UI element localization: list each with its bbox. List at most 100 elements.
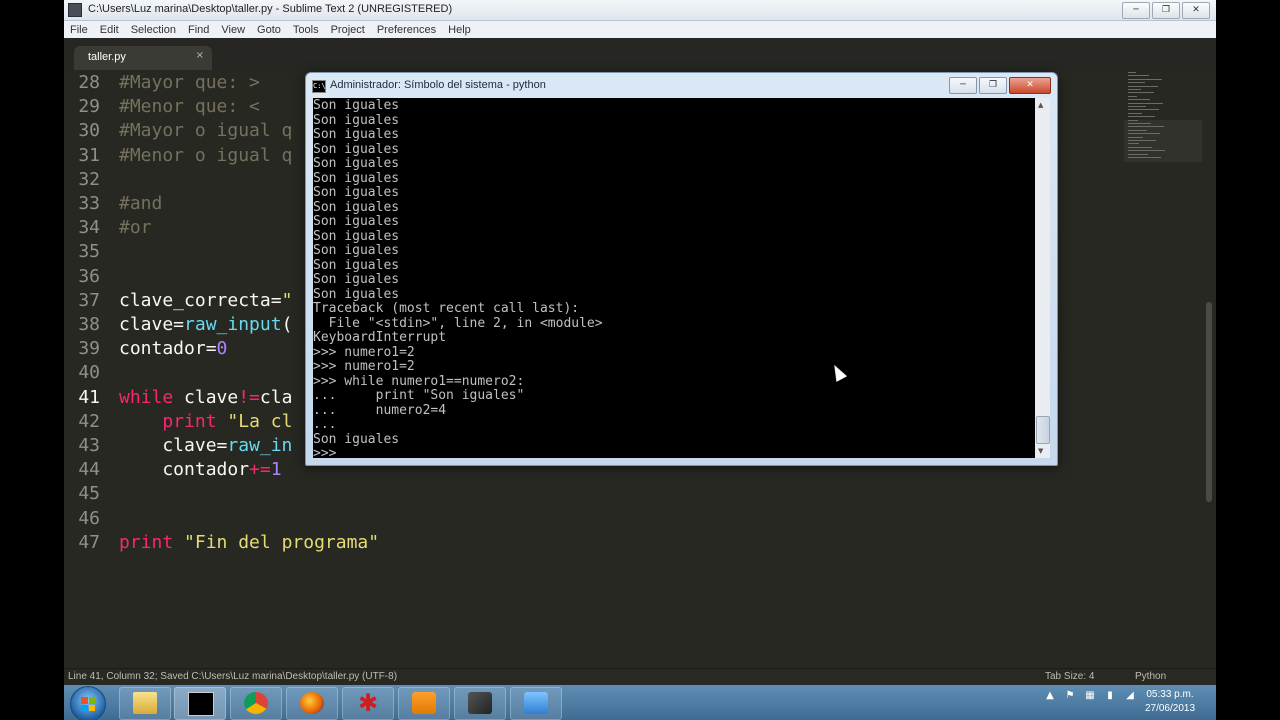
taskbar: ✱ ▲ ⚑ ▦ ▮ ◢ 05:33 p.m. 27/06/2013 [64,685,1216,720]
console-line: Son iguales [313,98,399,114]
console-line-text: >>> numero1=2 [313,359,415,374]
menu-file[interactable]: File [64,24,94,36]
minimap-line [1128,129,1147,131]
code-token-comment: #Mayor que: > [119,72,260,93]
code-text: #and [119,192,162,216]
windows-logo-icon [81,697,95,711]
console-line: Son iguales [313,287,399,303]
code-token-plain: ( [281,314,293,335]
menu-goto[interactable]: Goto [251,24,287,36]
minimap-line [1128,89,1141,90]
console-line: Son iguales [313,171,399,187]
console-line: Son iguales [313,258,399,274]
code-token-string: "Fin del programa" [184,531,380,553]
console-line: ... [313,417,336,433]
minimap-line [1128,102,1163,104]
code-line[interactable]: 45 [64,482,1124,506]
taskbar-tool[interactable] [454,687,506,720]
menu-tools[interactable]: Tools [287,24,325,36]
menu-edit[interactable]: Edit [94,24,125,36]
code-token-plain: contador= [119,338,217,360]
code-token-comment: #or [119,217,152,239]
code-token-keyword: != [238,386,260,408]
menu-view[interactable]: View [215,24,251,36]
console-line: Son iguales [313,200,399,216]
menu-preferences[interactable]: Preferences [371,24,442,36]
console-line-text: >>> numero1=2 [313,344,415,360]
minimap-line [1128,72,1136,73]
cmd-minimize-button[interactable]: ─ [949,77,977,94]
cmd-scroll-thumb[interactable] [1036,416,1050,444]
minimap[interactable] [1124,70,1202,668]
explorer-icon [133,692,157,714]
code-token-keyword: print [119,531,174,553]
console-line-text: Son iguales [313,228,400,244]
minimap-line [1128,140,1156,141]
taskbar-clock[interactable]: 05:33 p.m. 27/06/2013 [1135,688,1205,716]
taskbar-explorer[interactable] [119,687,171,720]
cmd-scrollbar[interactable]: ▲ ▼ [1035,98,1050,458]
cmd-window-title: Administrador: Símbolo del sistema - pyt… [330,79,546,91]
cmd-window[interactable]: C:\ Administrador: Símbolo del sistema -… [305,72,1058,466]
minimap-line [1128,153,1148,155]
menu-selection[interactable]: Selection [125,24,182,36]
code-text: #Menor que: < [119,95,260,119]
cmd-output[interactable]: Son iguales Son iguales Son iguales Son igu… [313,98,1035,458]
cmd-close-button[interactable]: ✕ [1009,77,1051,94]
status-tab-size[interactable]: Tab Size: 4 [1045,671,1094,682]
taskbar-sublime[interactable] [398,687,450,720]
line-number: 34 [78,217,100,239]
minimap-line [1128,146,1152,148]
console-line-text: >>> while numero1==numero2: [313,373,525,389]
status-syntax[interactable]: Python [1135,671,1166,682]
tray-signal-icon[interactable]: ▮ [1104,690,1116,702]
scroll-down-icon[interactable]: ▼ [1038,447,1043,455]
firefox-icon [300,692,324,714]
scroll-up-icon[interactable]: ▲ [1038,101,1043,109]
menu-project[interactable]: Project [325,24,371,36]
code-line[interactable]: 46 [64,507,1124,531]
code-text: contador=0 [119,337,227,361]
minimap-line [1128,123,1151,124]
maximize-button[interactable]: ❐ [1152,2,1180,19]
minimap-line [1128,157,1161,158]
tab-taller-py[interactable]: taller.py × [74,46,212,70]
minimap-line [1128,106,1146,107]
taskbar-chrome[interactable] [230,687,282,720]
taskbar-remote[interactable] [510,687,562,720]
taskbar-firefox[interactable] [286,687,338,720]
minimap-line [1128,116,1155,118]
console-line: Son iguales [313,432,399,448]
console-line: File "<stdin>", line 2, in <module> [313,316,603,332]
line-number: 28 [78,72,100,93]
tab-close-icon[interactable]: × [196,50,204,61]
console-line: ... numero2=4 [313,403,446,419]
tray-flag-icon[interactable]: ⚑ [1064,690,1076,702]
start-button[interactable] [70,686,106,720]
editor-scroll-thumb[interactable] [1206,302,1212,502]
editor-scrollbar[interactable] [1202,70,1216,668]
tray-expand-icon[interactable]: ▲ [1044,690,1056,702]
close-button[interactable]: ✕ [1182,2,1210,19]
code-token-plain: clave= [119,435,228,456]
minimap-line [1128,95,1137,97]
menu-find[interactable]: Find [182,24,215,36]
menu-help[interactable]: Help [442,24,477,36]
line-number: 42 [78,410,100,432]
line-number: 32 [78,168,100,190]
cmd-maximize-button[interactable]: ❐ [979,77,1007,94]
console-line-text: Traceback (most recent call last): [313,301,580,316]
tray-network-icon[interactable]: ▦ [1084,690,1096,702]
code-line[interactable]: 47 print "Fin del programa" [64,531,1124,555]
console-line: Son iguales [313,185,399,201]
console-line-text: Son iguales [313,112,400,128]
taskbar-cmd[interactable] [174,687,226,720]
minimize-button[interactable]: ─ [1122,2,1150,19]
taskbar-app-star[interactable]: ✱ [342,687,394,720]
remote-icon [524,692,548,714]
console-line: >>> numero1=2 [313,344,415,361]
line-number: 31 [78,144,100,166]
code-token-plain: clave_correcta= [119,289,282,311]
console-line: Son iguales [313,243,399,259]
